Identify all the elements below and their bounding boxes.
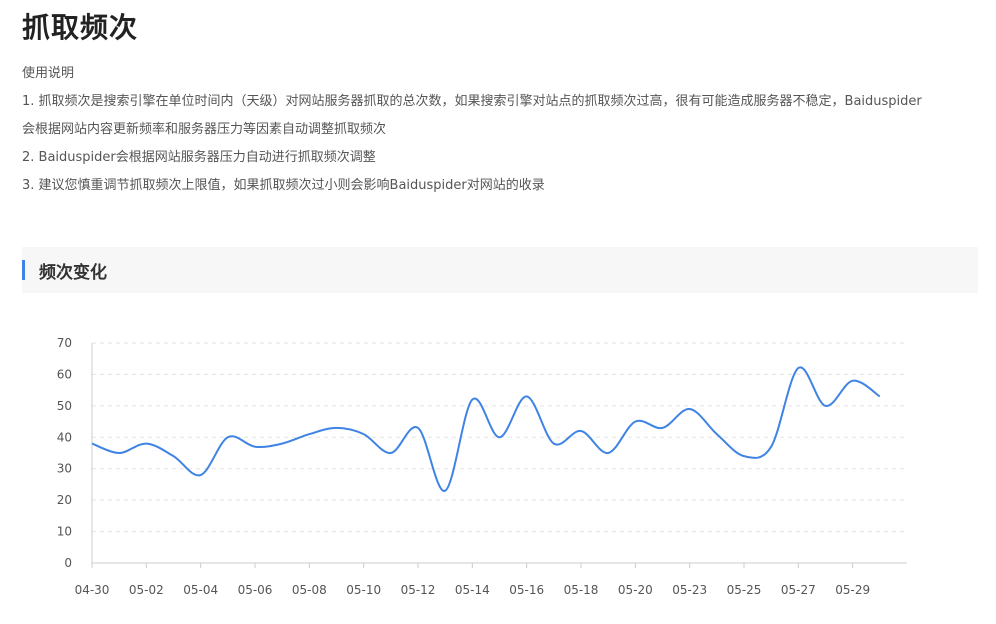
x-tick-label: 05-18 <box>564 583 599 597</box>
x-tick-label: 05-12 <box>401 583 436 597</box>
series-line <box>91 366 881 492</box>
x-tick-label: 05-06 <box>238 583 273 597</box>
y-tick-label: 20 <box>57 493 72 507</box>
x-tick-label: 05-23 <box>672 583 707 597</box>
x-tick-label: 05-29 <box>835 583 870 597</box>
y-tick-label: 0 <box>64 556 72 570</box>
frequency-line-chart: 0 10 20 30 40 50 60 70 04-30 05-02 05-04 05-06 05-08… <box>57 336 907 597</box>
x-tick-label: 05-08 <box>292 583 327 597</box>
x-tick-label: 04-30 <box>75 583 110 597</box>
y-tick-label: 50 <box>57 399 72 413</box>
x-tick-label: 05-14 <box>455 583 490 597</box>
x-tick-label: 05-02 <box>129 583 164 597</box>
y-tick-label: 30 <box>57 462 72 476</box>
y-tick-label: 40 <box>57 430 72 444</box>
x-tick-label: 05-25 <box>727 583 762 597</box>
x-tick-label: 05-20 <box>618 583 653 597</box>
x-tick-label: 05-10 <box>346 583 381 597</box>
x-tick-label: 05-04 <box>183 583 218 597</box>
y-tick-label: 60 <box>57 367 72 381</box>
x-tick-label: 05-16 <box>509 583 544 597</box>
y-tick-label: 10 <box>57 525 72 539</box>
y-tick-label: 70 <box>57 336 72 350</box>
x-tick-label: 05-27 <box>781 583 816 597</box>
